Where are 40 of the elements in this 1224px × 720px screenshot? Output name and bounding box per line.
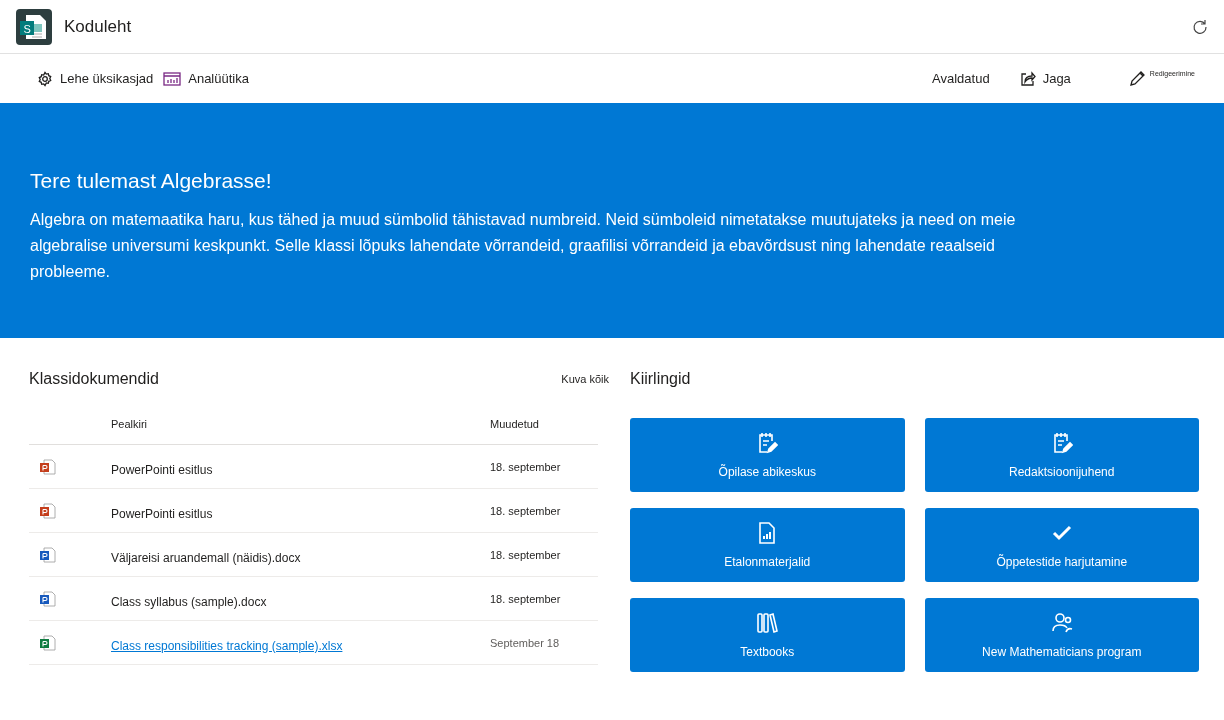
status-button[interactable]: Avaldatud: [927, 71, 995, 86]
document-name[interactable]: Class syllabus (sample).docx: [111, 588, 490, 609]
notepad-pencil-icon: [756, 431, 779, 455]
quick-link-tile[interactable]: Etalonmaterjalid: [630, 508, 905, 582]
quick-link-tile[interactable]: New Mathematicians program: [924, 598, 1199, 672]
quick-link-tile[interactable]: Textbooks: [630, 598, 905, 672]
command-button[interactable]: Lehe üksikasjad: [32, 70, 159, 87]
quick-link-tile[interactable]: Redaktsioonijuhend: [924, 418, 1199, 492]
modified-date: 18. september: [490, 592, 562, 605]
modified-date: 18. september: [490, 504, 562, 517]
powerpoint-file-icon: [39, 502, 56, 519]
books-icon: [756, 611, 779, 635]
section-title: Klassidokumendid: [29, 370, 159, 388]
document-name[interactable]: PowerPointi esitlus: [111, 500, 490, 521]
document-name[interactable]: PowerPointi esitlus: [111, 456, 490, 477]
hero-text: Algebra on matemaatika haru, kus tähed ja muud sümbolid tähistavad numbreid. Neid sümboleid nimetatakse muutujateks ja need on meie algebralise universumi keskpunkt. Selle klassi lõpuks lahendate võrrandeid, graafilisi võrrandeid ja ebavõrdsust ning lahendate reaalseid probleeme.: [30, 210, 1017, 282]
document-link[interactable]: Class responsibilities tracking (sample).xlsx: [111, 632, 490, 653]
document-name[interactable]: Väljareisi aruandemall (näidis).docx: [111, 544, 490, 565]
quick-link-tile[interactable]: Õpilase abikeskus: [630, 418, 905, 492]
quick-link-tile[interactable]: Õppetestide harjutamine: [924, 508, 1199, 582]
pencil-icon: [1128, 70, 1146, 87]
share-icon: [1019, 70, 1036, 87]
settings-icon: [37, 70, 53, 87]
chart-icon: [163, 71, 182, 86]
people-icon: [1050, 611, 1073, 635]
section-title: Kiirlingid: [630, 370, 691, 388]
site-logo-drawing: [16, 8, 52, 45]
powerpoint-file-icon: [39, 458, 56, 475]
column-header[interactable]: Muudetud: [490, 418, 598, 430]
see-all-link[interactable]: Kuva kõik: [561, 373, 609, 385]
site-title: Koduleht: [64, 16, 133, 37]
logo-letter: S: [23, 22, 31, 34]
modified-date: 18. september: [490, 548, 562, 561]
command-button[interactable]: Analüütika: [158, 71, 254, 86]
refresh-icon[interactable]: [1192, 18, 1208, 35]
column-header[interactable]: Pealkiri: [111, 418, 490, 430]
modified-date: 18. september: [490, 460, 562, 473]
modified-date: September 18: [490, 636, 561, 649]
share-button[interactable]: Jaga: [1014, 70, 1076, 87]
hero-title: Tere tulemast Algebrasse!: [30, 169, 273, 193]
